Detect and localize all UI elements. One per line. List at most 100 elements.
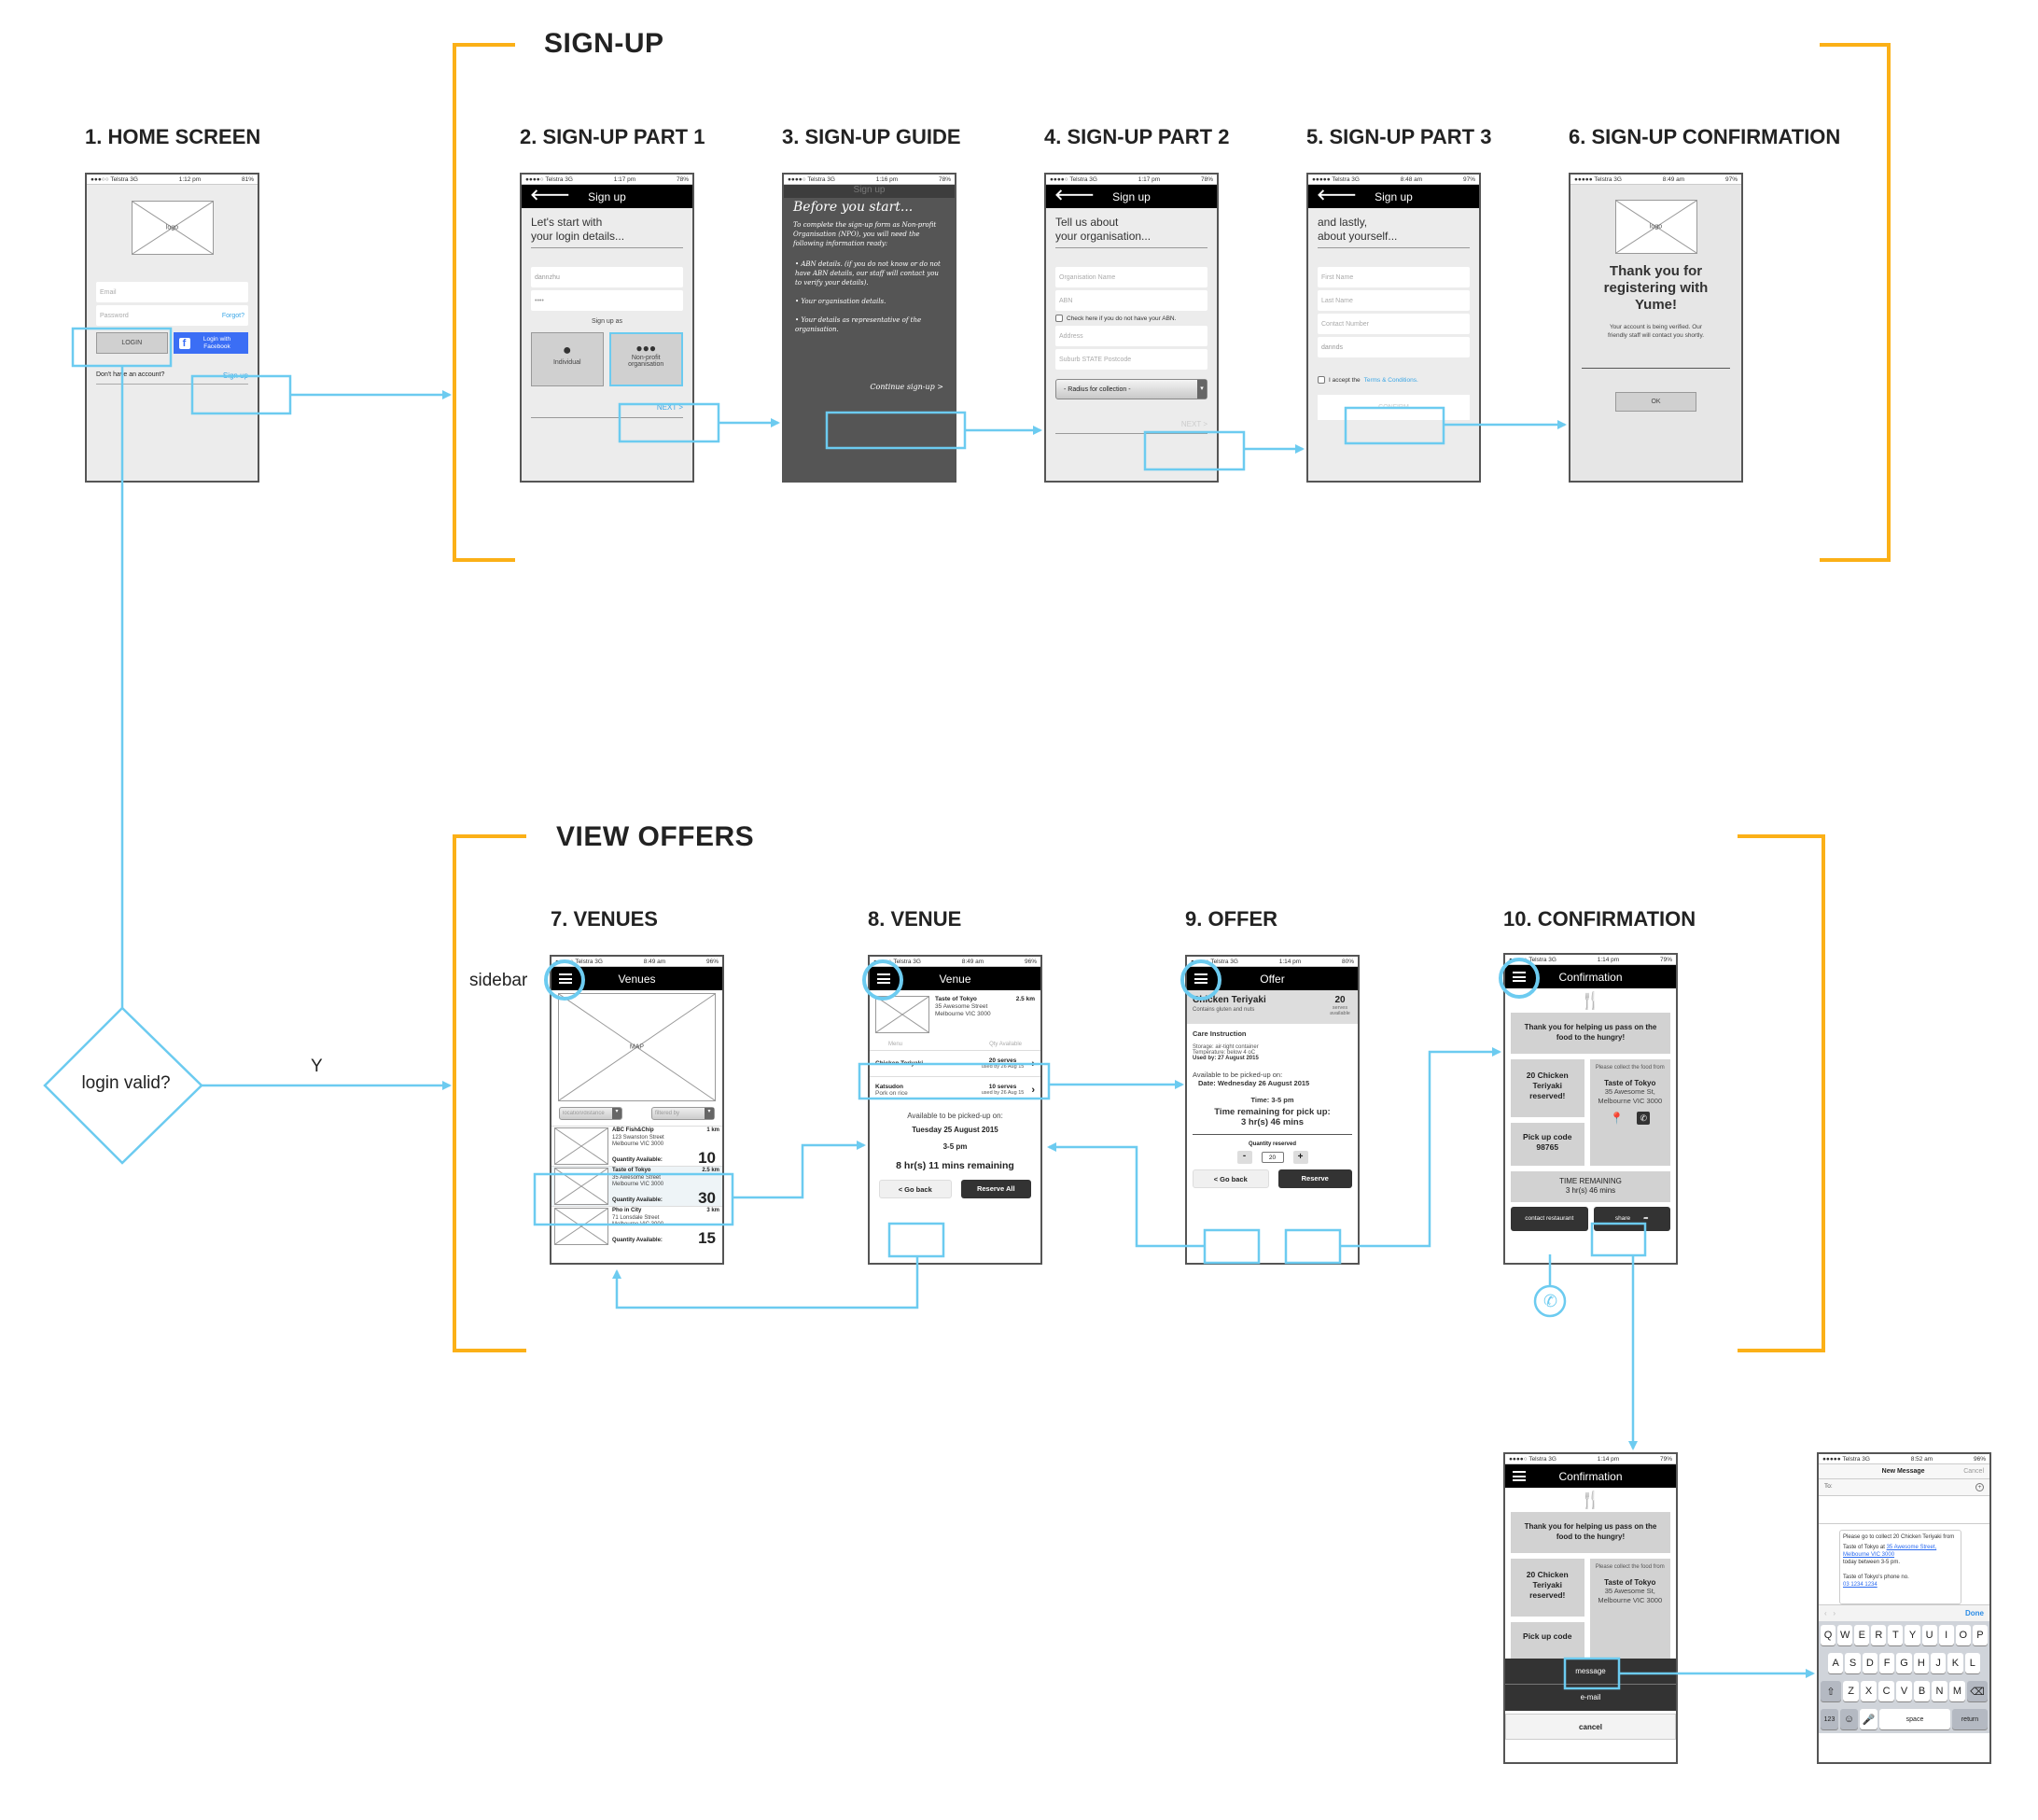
- no-abn-checkbox[interactable]: [1055, 315, 1063, 322]
- suburb-field[interactable]: Suburb STATE Postcode: [1055, 349, 1207, 370]
- keyboard-key[interactable]: N: [1932, 1681, 1947, 1701]
- back-arrow-icon[interactable]: 🡐: [1054, 189, 1095, 203]
- email-field[interactable]: Email: [96, 282, 248, 302]
- go-back-button[interactable]: < Go back: [1193, 1169, 1269, 1188]
- keyboard-key[interactable]: U: [1921, 1625, 1937, 1645]
- share-email-option[interactable]: e-mail: [1505, 1685, 1676, 1711]
- map-placeholder[interactable]: MAP: [558, 993, 716, 1101]
- key-return[interactable]: return: [1952, 1709, 1988, 1729]
- map-pin-icon[interactable]: 📍: [1610, 1112, 1624, 1125]
- menu-list-item[interactable]: Chicken Teriyaki 20 serves used by 26 Aug …: [870, 1050, 1040, 1076]
- decrement-button[interactable]: -: [1236, 1151, 1252, 1164]
- keyboard-key[interactable]: G: [1896, 1653, 1912, 1673]
- phone-link[interactable]: 03 1234 1234: [1843, 1581, 1958, 1589]
- keyboard-key[interactable]: M: [1948, 1681, 1965, 1701]
- keyboard-key[interactable]: V: [1896, 1681, 1913, 1701]
- venue-list-item[interactable]: Pho in City 3 km 71 Lonsdale Street Melbour…: [551, 1206, 722, 1246]
- terms-link[interactable]: Terms & Conditions.: [1364, 377, 1418, 384]
- emoji-key-icon[interactable]: ☺: [1840, 1709, 1858, 1729]
- hamburger-menu-icon[interactable]: [1194, 973, 1207, 984]
- keyboard-key[interactable]: Z: [1843, 1681, 1860, 1701]
- keyboard-key[interactable]: O: [1955, 1625, 1971, 1645]
- hamburger-menu-icon[interactable]: [1513, 972, 1526, 982]
- abn-field[interactable]: ABN: [1055, 290, 1207, 311]
- keyboard-key[interactable]: Y: [1905, 1625, 1920, 1645]
- continue-signup-button[interactable]: Continue sign-up >: [784, 334, 955, 391]
- address-field[interactable]: Address: [1055, 326, 1207, 346]
- go-back-button[interactable]: < Go back: [879, 1180, 952, 1198]
- backspace-key-icon[interactable]: ⌫: [1966, 1681, 1989, 1701]
- venue-list-item[interactable]: ABC Fish&Chip 1 km 123 Swanston Street Melb…: [551, 1126, 722, 1166]
- filtered-by-select[interactable]: filtered by ▾: [651, 1107, 715, 1120]
- keyboard-key[interactable]: A: [1828, 1653, 1844, 1673]
- extra-field[interactable]: dannds: [1318, 337, 1470, 357]
- venue-name: ABC Fish&Chip: [612, 1127, 654, 1133]
- individual-option[interactable]: ● Individual: [531, 332, 604, 386]
- keyboard-key[interactable]: S: [1845, 1653, 1861, 1673]
- reserve-button[interactable]: Reserve: [1277, 1169, 1352, 1188]
- share-message-option[interactable]: message: [1505, 1659, 1676, 1685]
- keyboard-key[interactable]: H: [1913, 1653, 1929, 1673]
- hamburger-menu-icon[interactable]: [559, 973, 572, 984]
- radius-select[interactable]: - Radius for collection - ▾: [1055, 379, 1207, 399]
- keyboard-key[interactable]: L: [1964, 1653, 1980, 1673]
- quantity-input[interactable]: 20: [1261, 1152, 1284, 1163]
- keyboard-key[interactable]: R: [1871, 1625, 1887, 1645]
- menu-list-item[interactable]: Katsudon Pork on rice 10 serves used by 26 …: [870, 1076, 1040, 1102]
- venue-list-item[interactable]: Taste of Tokyo 2.5 km 35 Awesome Street Mel…: [551, 1166, 722, 1206]
- keyboard-key[interactable]: E: [1854, 1625, 1870, 1645]
- share-button[interactable]: share ➦: [1593, 1207, 1670, 1231]
- password-field[interactable]: Password Forgot?: [96, 305, 248, 326]
- first-name-field[interactable]: First Name: [1318, 267, 1470, 287]
- add-recipient-icon[interactable]: +: [1975, 1483, 1984, 1491]
- done-button[interactable]: Done: [1965, 1609, 1984, 1617]
- reserve-all-button[interactable]: Reserve All: [960, 1180, 1031, 1198]
- keyboard-key[interactable]: X: [1861, 1681, 1877, 1701]
- keyboard-key[interactable]: C: [1878, 1681, 1895, 1701]
- signup-link[interactable]: Sign up: [223, 371, 248, 380]
- keyboard-key[interactable]: J: [1930, 1653, 1947, 1673]
- last-name-field[interactable]: Last Name: [1318, 290, 1470, 311]
- keyboard-key[interactable]: T: [1888, 1625, 1904, 1645]
- confirm-button[interactable]: CONFIRM: [1318, 395, 1470, 420]
- keyboard-key[interactable]: I: [1938, 1625, 1954, 1645]
- facebook-login-button[interactable]: f Login with Facebook: [173, 332, 248, 354]
- screen-title-signup-confirmation: 6. SIGN-UP CONFIRMATION: [1569, 125, 1841, 148]
- microphone-key-icon[interactable]: 🎤: [1860, 1709, 1877, 1729]
- next-button[interactable]: NEXT >: [1055, 420, 1207, 434]
- back-arrow-icon[interactable]: 🡐: [1317, 189, 1357, 203]
- message-cancel-button[interactable]: Cancel: [1963, 1468, 1984, 1475]
- forgot-link[interactable]: Forgot?: [222, 313, 244, 319]
- location-filter-select[interactable]: location/distance ▾: [559, 1107, 622, 1120]
- shift-key-icon[interactable]: ⇧: [1821, 1681, 1842, 1701]
- hamburger-menu-icon[interactable]: [877, 973, 890, 984]
- nonprofit-option[interactable]: ●●● Non-profit organisation: [608, 332, 683, 386]
- ok-button[interactable]: OK: [1615, 392, 1696, 412]
- menu-item-used-by: used by 26 Aug 15: [981, 1090, 1025, 1096]
- message-body[interactable]: Please go to collect 20 Chicken Teriyaki…: [1839, 1530, 1961, 1604]
- key-123[interactable]: 123: [1821, 1709, 1838, 1729]
- phone-icon[interactable]: ✆: [1637, 1112, 1651, 1125]
- contact-restaurant-button[interactable]: contact restaurant: [1511, 1207, 1588, 1231]
- share-cancel-button[interactable]: cancel: [1505, 1714, 1676, 1740]
- keyboard-key[interactable]: D: [1862, 1653, 1877, 1673]
- keyboard-key[interactable]: W: [1837, 1625, 1853, 1645]
- key-space[interactable]: space: [1879, 1709, 1950, 1729]
- org-name-field[interactable]: Organisation Name: [1055, 267, 1207, 287]
- next-button[interactable]: NEXT >: [531, 403, 683, 418]
- hamburger-menu-icon[interactable]: [1513, 1471, 1526, 1481]
- password-field[interactable]: ••••: [531, 290, 683, 311]
- keyboard-key[interactable]: P: [1972, 1625, 1988, 1645]
- keyboard-key[interactable]: F: [1878, 1653, 1895, 1673]
- keyboard-key[interactable]: Q: [1821, 1625, 1836, 1645]
- username-field[interactable]: dannzhu: [531, 267, 683, 287]
- contact-number-field[interactable]: Contact Number: [1318, 314, 1470, 334]
- login-button[interactable]: LOGIN: [96, 332, 168, 354]
- increment-button[interactable]: +: [1292, 1151, 1308, 1164]
- terms-checkbox[interactable]: [1318, 376, 1325, 384]
- keyboard-key[interactable]: B: [1914, 1681, 1930, 1701]
- to-field[interactable]: To: +: [1819, 1479, 1989, 1496]
- back-arrow-icon[interactable]: 🡐: [530, 189, 570, 203]
- prev-next-arrows[interactable]: ‹ ›: [1824, 1609, 1836, 1617]
- keyboard-key[interactable]: K: [1947, 1653, 1963, 1673]
